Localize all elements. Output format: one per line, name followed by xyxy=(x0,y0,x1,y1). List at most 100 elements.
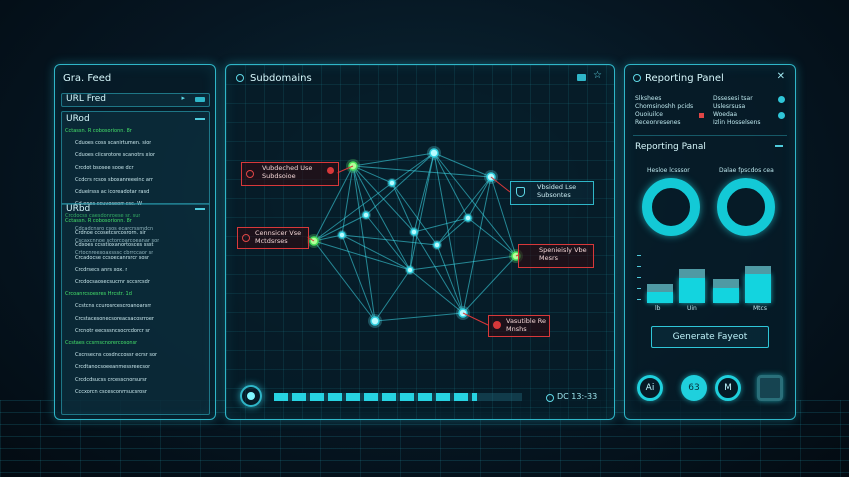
feed-section-2-lines: Cctassn. R cobosorionn. 8r Crdnoe ccosetc… xyxy=(65,218,207,410)
graph-edge xyxy=(391,182,415,233)
url-field-label: URL Fred xyxy=(66,94,106,104)
callout-consider[interactable]: Cennsicer Vse Mctdsrses xyxy=(237,227,309,249)
close-icon[interactable]: ✕ xyxy=(777,71,785,82)
graph-edge xyxy=(365,214,411,271)
graph-node[interactable] xyxy=(362,211,370,219)
donut-label: Dalae fpscdos cea xyxy=(719,167,774,174)
chevron-right-icon[interactable]: ▸ xyxy=(181,94,185,102)
callout-text: Mctdsrses xyxy=(255,237,288,245)
url-field[interactable]: URL Fred ▸ xyxy=(61,93,210,107)
feed-panel-title: Gra. Feed xyxy=(63,73,112,84)
generate-report-button[interactable]: Generate Fayeot xyxy=(651,326,769,348)
chevron-icon[interactable] xyxy=(775,145,783,147)
callout-text: Subdsoioe xyxy=(262,172,296,180)
feed-section-2-title: URbd xyxy=(66,204,91,214)
status-dot-icon[interactable] xyxy=(778,96,785,103)
bar xyxy=(647,292,673,303)
warning-icon xyxy=(242,234,250,242)
callout-text: Subsontes xyxy=(537,191,571,199)
toggle-icon[interactable] xyxy=(195,97,205,102)
reporting-panel-title: Reporting Panel xyxy=(645,73,724,84)
graph-edge xyxy=(341,234,438,246)
axis-tick xyxy=(637,255,641,256)
callout-text: Spenieisly Vbe xyxy=(539,246,587,254)
feed-line: Cctassn. R cobosorionn. 8r xyxy=(65,128,132,134)
feed-line: Ccstaes ccsrnscnorercosonsr xyxy=(65,340,138,346)
graph-node[interactable] xyxy=(464,214,472,222)
callout-text: Vbsided Lse xyxy=(537,183,577,191)
feed-panel: Gra. Feed URL Fred ▸ URod Cctassn. R cob… xyxy=(54,64,216,420)
feed-line: Crcadocse ccsoecanrsrcr sosr xyxy=(75,254,150,261)
axis-tick xyxy=(637,299,641,300)
warning-icon xyxy=(246,170,254,178)
graph-edge xyxy=(352,165,376,322)
graph-edge xyxy=(374,312,464,322)
ring-icon[interactable]: M xyxy=(715,375,741,401)
ring-icon[interactable]: 63 xyxy=(681,375,707,401)
graph-node[interactable] xyxy=(410,228,418,236)
graph-node[interactable] xyxy=(433,241,441,249)
meta-key: Chomsinoshh pcids xyxy=(635,103,694,110)
bar xyxy=(679,278,705,303)
progress-readout: DC 13:-33 xyxy=(557,392,598,401)
ring-icon[interactable]: Ai xyxy=(637,375,663,401)
feed-line: Cctassn. R cobosorionn. 8r xyxy=(65,218,132,224)
bar-axis-label: Uin xyxy=(687,305,697,312)
radar-icon xyxy=(247,392,255,400)
feed-section-1: URod Cctassn. R cobosorionn. 8r Cduoes co… xyxy=(61,111,210,256)
feed-line: Crcnotr eecsssncsocrcdorcr sr xyxy=(75,327,150,334)
callout-validated[interactable]: Vbsided Lse Subsontes xyxy=(510,181,594,205)
meta-key: Slkshees xyxy=(635,95,662,102)
callout-connector xyxy=(462,312,489,326)
graph-edge xyxy=(462,176,492,314)
report-section-title: Reporting Panal xyxy=(635,142,706,152)
clock-icon xyxy=(546,394,554,402)
bar-axis-label: Mtcs xyxy=(753,305,767,312)
collapse-icon[interactable] xyxy=(195,208,205,210)
feed-line: Cdueirsss ac icoreadotar rasd xyxy=(75,189,150,195)
donut-label: Hesloe lcsssor xyxy=(647,167,690,174)
close-badge-icon[interactable] xyxy=(327,167,334,174)
meta-value: Izlin Hosselsens xyxy=(713,119,761,126)
callout-text: Cennsicer Vse xyxy=(255,229,302,237)
feed-line: Crcdot bsosee sooe dcr xyxy=(75,164,134,171)
graph-node[interactable] xyxy=(338,231,346,239)
bar-segment xyxy=(679,269,705,279)
graph-edge xyxy=(433,152,469,219)
graph-edge xyxy=(409,255,517,271)
feed-line: Crcdrsecs anrs xox. r xyxy=(75,266,128,273)
report-bar-chart: lb Uin Mtcs xyxy=(637,255,783,313)
feed-section-1-title: URod xyxy=(66,114,90,124)
graph-node[interactable] xyxy=(370,316,380,326)
axis-tick xyxy=(637,288,641,289)
reporting-panel: Reporting Panel ✕ Slkshees Dssesesi tsar C… xyxy=(624,64,796,420)
alert-dot-icon xyxy=(699,113,704,118)
status-dot-icon[interactable] xyxy=(778,112,785,119)
meta-key: Receonresenes xyxy=(635,119,681,126)
graph-edge xyxy=(341,234,376,322)
graph-node[interactable] xyxy=(388,179,396,187)
feed-line: Cduoes ciicsrotore scanotrs xior xyxy=(75,152,155,159)
ring-icon[interactable] xyxy=(757,375,783,401)
feed-line: Crcstacesonecsoreacsacosrroer xyxy=(75,315,154,322)
graph-node[interactable] xyxy=(429,148,439,158)
graph-node[interactable] xyxy=(406,266,414,274)
collapse-icon[interactable] xyxy=(195,118,205,120)
callout-vulnerable[interactable]: Vasutible Re Mnshs xyxy=(488,315,550,337)
scan-button[interactable] xyxy=(240,385,262,407)
scan-progress-track xyxy=(274,393,522,401)
callout-specifically[interactable]: Spenieisly Vbe Mesrs xyxy=(518,244,594,268)
report-meta: Slkshees Dssesesi tsar Chomsinoshh pcids Us… xyxy=(635,95,785,129)
feed-line: Crcdocsaosecsucrnr sccsrcsdr xyxy=(75,279,150,285)
feed-line: Cccxorcn cscesconrrsucsrosr xyxy=(75,388,147,395)
feed-section-1-lines: Cctassn. R cobosorionn. 8r Cduoes coss sc… xyxy=(65,128,207,256)
callout-text: Vasutible Re xyxy=(506,317,547,325)
bar-segment xyxy=(647,283,673,293)
feed-section-2: URbd Cctassn. R cobosorionn. 8r Crdnoe cc… xyxy=(61,203,210,415)
callout-vuln-subdomain[interactable]: Vubdeched Use Subdsoioe xyxy=(241,162,339,186)
bar xyxy=(745,274,771,303)
meta-value: Uslesrsusa xyxy=(713,103,746,110)
meta-value: Dssesesi tsar xyxy=(713,95,753,102)
graph-edge xyxy=(436,176,492,246)
graph-edge xyxy=(467,217,517,257)
